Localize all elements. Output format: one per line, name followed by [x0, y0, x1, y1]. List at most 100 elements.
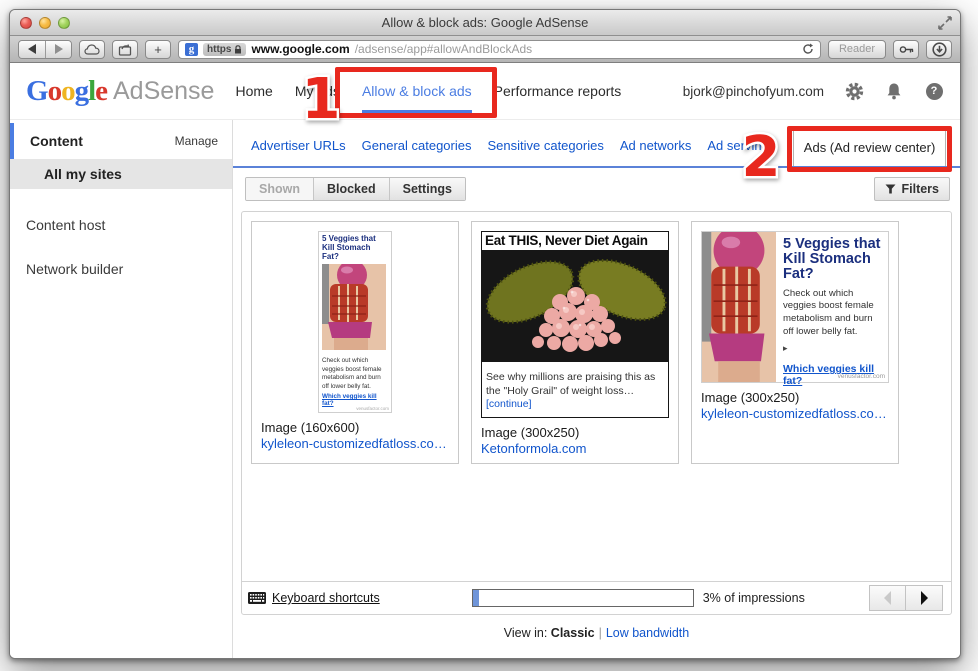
fullscreen-icon[interactable] — [938, 16, 952, 30]
prev-page-button[interactable] — [869, 585, 906, 611]
sidebar-section-label: Content — [30, 133, 83, 149]
close-window-button[interactable] — [20, 17, 32, 29]
view-blocked-button[interactable]: Blocked — [313, 178, 389, 200]
adsense-header: Google AdSense Home My ads Allow & block… — [10, 63, 960, 120]
ad-1-size-label: Image (160x600) — [261, 420, 449, 435]
view-in-divider: | — [595, 626, 606, 640]
impressions-label: 3% of impressions — [703, 591, 805, 605]
ad-1-attribution: venusfactor.com — [356, 406, 389, 411]
ad-2-body: See why millions are praising this as th… — [482, 367, 668, 417]
forward-icon — [54, 44, 63, 54]
view-settings-button[interactable]: Settings — [389, 178, 465, 200]
view-shown-button[interactable]: Shown — [246, 178, 313, 200]
ad-1-torso-image — [322, 264, 386, 350]
back-button[interactable] — [19, 41, 45, 58]
key-icon — [899, 45, 914, 54]
adsense-logo-text: AdSense — [113, 77, 214, 106]
sidebar-item-network-builder[interactable]: Network builder — [10, 261, 232, 277]
address-bar[interactable]: g https www.google.com /adsense/app#allo… — [178, 40, 821, 59]
ad-1-url-link[interactable]: kyleleon-customizedfatloss.com/… — [261, 436, 449, 451]
https-label: https — [207, 44, 231, 55]
zoom-window-button[interactable] — [58, 17, 70, 29]
next-page-button[interactable] — [906, 585, 943, 611]
nav-home[interactable]: Home — [224, 63, 283, 119]
nav-performance-reports[interactable]: Performance reports — [483, 63, 633, 119]
back-icon — [28, 44, 37, 54]
https-badge: https — [203, 43, 246, 56]
ad-3-url-link[interactable]: kyleleon-customizedfatloss.com/… — [701, 406, 889, 421]
forward-button[interactable] — [45, 41, 71, 58]
ad-2-fruit-image — [482, 250, 668, 362]
ad-3-link-arrow: ▸ — [783, 343, 788, 353]
download-icon — [932, 42, 947, 57]
ad-3-size-label: Image (300x250) — [701, 390, 889, 405]
browser-window: Allow & block ads: Google AdSense — [9, 9, 961, 659]
ad-card-2[interactable]: Eat THIS, Never Diet Again — [471, 221, 679, 464]
subtab-bar: Advertiser URLs General categories Sensi… — [233, 120, 960, 168]
subtab-sensitive-categories[interactable]: Sensitive categories — [487, 138, 603, 166]
ad-2-continue-link[interactable]: [continue] — [486, 398, 532, 410]
prev-page-icon — [884, 591, 891, 605]
view-in-low-bandwidth-link[interactable]: Low bandwidth — [606, 626, 689, 640]
bell-icon — [885, 82, 903, 101]
panel-footer: Keyboard shortcuts 3% of impressions — [242, 581, 951, 614]
keyboard-shortcuts-link[interactable]: Keyboard shortcuts — [248, 591, 380, 605]
password-extension-button[interactable] — [893, 40, 919, 59]
reader-button[interactable]: Reader — [828, 40, 886, 59]
notifications-button[interactable] — [884, 81, 904, 101]
minimize-window-button[interactable] — [39, 17, 51, 29]
new-tab-button[interactable]: + — [145, 40, 171, 59]
help-icon: ? — [926, 83, 943, 100]
subtab-ad-review-center[interactable]: Ads (Ad review center) 2 — [793, 129, 947, 166]
sidebar-item-all-my-sites[interactable]: All my sites — [10, 159, 232, 189]
sidebar-manage-link[interactable]: Manage — [175, 134, 218, 148]
ad-cards: 5 Veggies that Kill Stomach Fat? — [242, 212, 951, 473]
reload-icon[interactable] — [802, 43, 814, 55]
ad-1-link[interactable]: Which veggies kill fat? — [322, 393, 388, 407]
subtab-general-categories[interactable]: General categories — [362, 138, 472, 166]
share-icon — [118, 43, 132, 56]
subtab-advertiser-urls[interactable]: Advertiser URLs — [251, 138, 346, 166]
active-nav-underline — [362, 110, 472, 114]
filters-button-label: Filters — [901, 182, 939, 196]
view-in-classic: Classic — [551, 626, 595, 640]
sidebar-item-content-host[interactable]: Content host — [10, 217, 232, 233]
ad-card-1[interactable]: 5 Veggies that Kill Stomach Fat? — [251, 221, 459, 464]
subtab-ad-serving[interactable]: Ad serving — [707, 138, 768, 166]
impressions-progress-bar — [472, 589, 694, 607]
lock-icon — [234, 45, 242, 54]
share-button[interactable] — [112, 40, 138, 59]
icloud-tabs-button[interactable] — [79, 40, 105, 59]
account-email[interactable]: bjork@pinchofyum.com — [683, 84, 824, 99]
google-logo: Google — [26, 75, 107, 108]
gear-icon — [845, 82, 864, 101]
downloads-button[interactable] — [926, 40, 952, 59]
sidebar: Content Manage All my sites Content host… — [10, 120, 233, 659]
settings-button[interactable] — [844, 81, 864, 101]
cloud-icon — [84, 44, 100, 55]
history-nav-group — [18, 40, 72, 59]
nav-my-ads[interactable]: My ads — [284, 63, 351, 119]
impressions-progress-fill — [473, 590, 480, 606]
view-segmented-control: Shown Blocked Settings — [245, 177, 466, 201]
view-in-bar: View in: Classic|Low bandwidth — [233, 626, 960, 640]
nav-allow-block-ads[interactable]: Allow & block ads 1 — [351, 63, 483, 119]
filters-button[interactable]: Filters — [874, 177, 950, 201]
ad-3-attribution: venusfactor.com — [838, 373, 885, 380]
ad-3-creative: 5 Veggies that Kill Stomach Fat? Check o… — [701, 231, 889, 383]
pagination — [869, 585, 943, 611]
ad-2-url-link[interactable]: Ketonformola.com — [481, 441, 669, 456]
header-right: bjork@pinchofyum.com ? — [683, 81, 944, 101]
ad-card-3[interactable]: 5 Veggies that Kill Stomach Fat? Check o… — [691, 221, 899, 464]
traffic-lights — [20, 17, 70, 29]
window-title: Allow & block ads: Google AdSense — [10, 10, 960, 36]
ad-3-torso-image — [702, 232, 776, 382]
view-controls: Shown Blocked Settings Filters — [233, 168, 960, 208]
subtab-ad-networks[interactable]: Ad networks — [620, 138, 692, 166]
titlebar: Allow & block ads: Google AdSense — [10, 10, 960, 36]
help-button[interactable]: ? — [924, 81, 944, 101]
main-panel: Advertiser URLs General categories Sensi… — [233, 120, 960, 659]
next-page-icon — [921, 591, 928, 605]
url-path: /adsense/app#allowAndBlockAds — [355, 42, 797, 56]
main-nav: Home My ads Allow & block ads 1 Performa… — [224, 63, 632, 119]
